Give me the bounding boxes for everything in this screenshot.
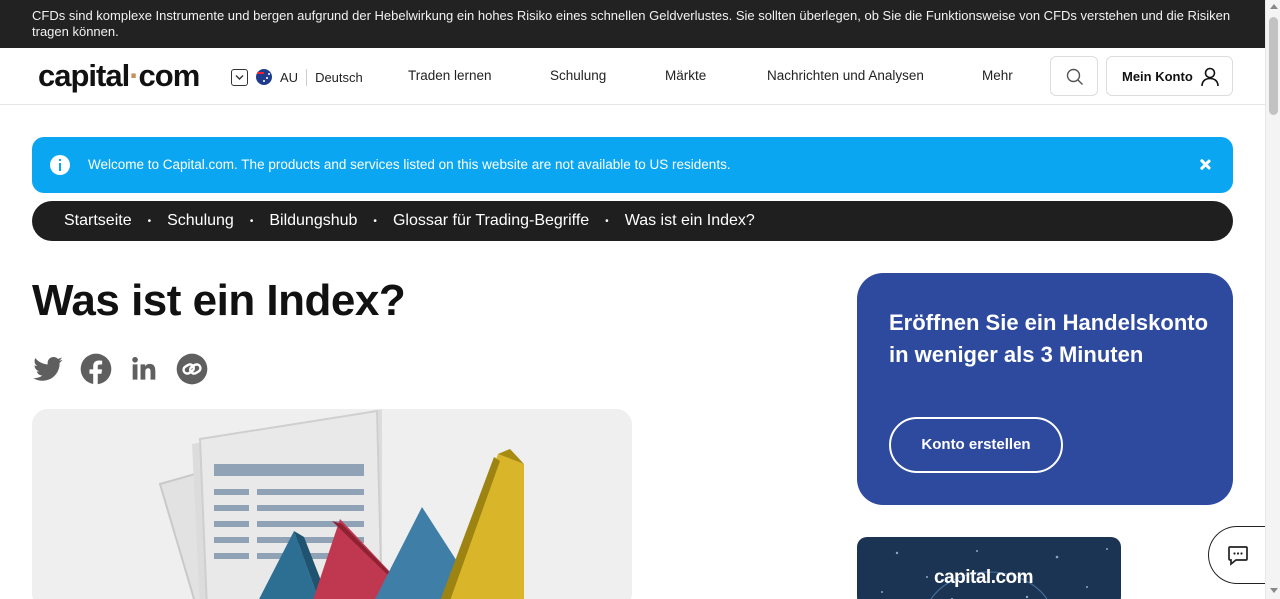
chat-icon: [1228, 546, 1248, 566]
breadcrumb-separator: •: [605, 215, 609, 227]
logo[interactable]: capital·com: [38, 58, 201, 94]
breadcrumb-separator: •: [249, 215, 254, 227]
linkedin-icon[interactable]: [128, 353, 160, 385]
region-language-selector[interactable]: AU Deutsch: [231, 66, 363, 88]
page-scrollbar[interactable]: [1265, 0, 1280, 599]
breadcrumb-bildungshub[interactable]: Bildungshub: [269, 212, 357, 230]
breadcrumb-separator: •: [373, 215, 377, 227]
scrollbar-thumb[interactable]: [1269, 17, 1278, 115]
promo-logo: capital.com: [934, 567, 1034, 588]
nav-mehr[interactable]: Mehr: [982, 68, 1013, 83]
risk-warning-text: CFDs sind komplexe Instrumente und berge…: [32, 8, 1231, 39]
create-account-button[interactable]: Konto erstellen: [889, 417, 1063, 473]
breadcrumb-startseite[interactable]: Startseite: [64, 212, 132, 230]
copy-link-icon[interactable]: [176, 353, 208, 385]
logo-text-left: capital: [38, 58, 130, 93]
nav-traden-lernen[interactable]: Traden lernen: [408, 68, 492, 83]
breadcrumb-separator: •: [147, 215, 152, 227]
logo-dot: ·: [129, 58, 139, 93]
nav-nachrichten-analysen[interactable]: Nachrichten und Analysen: [767, 68, 924, 83]
divider: [306, 68, 308, 86]
notice-message: Welcome to Capital.com. The products and…: [88, 157, 731, 172]
language-label[interactable]: Deutsch: [315, 70, 363, 85]
account-button[interactable]: Mein Konto: [1106, 56, 1233, 96]
breadcrumb: Startseite • Schulung • Bildungshub • Gl…: [32, 201, 1233, 241]
breadcrumb-schulung[interactable]: Schulung: [167, 212, 234, 230]
us-residents-notice: Welcome to Capital.com. The products and…: [32, 137, 1233, 193]
breadcrumb-current: Was ist ein Index?: [624, 212, 755, 229]
logo-text-right: com: [138, 58, 201, 93]
user-icon: [1201, 67, 1219, 87]
australia-flag-icon: [256, 69, 272, 85]
cta-heading: Eröffnen Sie ein Handelskonto in weniger…: [889, 310, 1209, 367]
info-icon: [50, 155, 70, 175]
scroll-up-arrow[interactable]: [1270, 4, 1278, 9]
search-button[interactable]: [1050, 56, 1098, 96]
close-icon[interactable]: [1197, 157, 1213, 173]
article-hero-image: [32, 409, 632, 599]
promo-banner[interactable]: capital.com: [857, 537, 1121, 599]
twitter-icon[interactable]: [32, 353, 64, 385]
breadcrumb-glossar[interactable]: Glossar für Trading-Begriffe: [393, 212, 589, 230]
page-title: Was ist ein Index?: [32, 276, 406, 325]
region-label: AU: [280, 69, 299, 85]
scroll-down-arrow[interactable]: [1270, 588, 1278, 593]
search-icon: [1066, 68, 1083, 85]
account-label: Mein Konto: [1122, 69, 1193, 84]
nav-schulung[interactable]: Schulung: [550, 68, 606, 83]
facebook-icon[interactable]: [80, 353, 112, 385]
open-account-card: Eröffnen Sie ein Handelskonto in weniger…: [857, 273, 1233, 505]
nav-maerkte[interactable]: Märkte: [665, 68, 706, 83]
site-header: capital·com AU Deutsch Traden lernen Sch…: [0, 48, 1265, 105]
risk-warning-bar: CFDs sind komplexe Instrumente und berge…: [0, 0, 1265, 48]
chevron-down-icon[interactable]: [231, 68, 248, 86]
